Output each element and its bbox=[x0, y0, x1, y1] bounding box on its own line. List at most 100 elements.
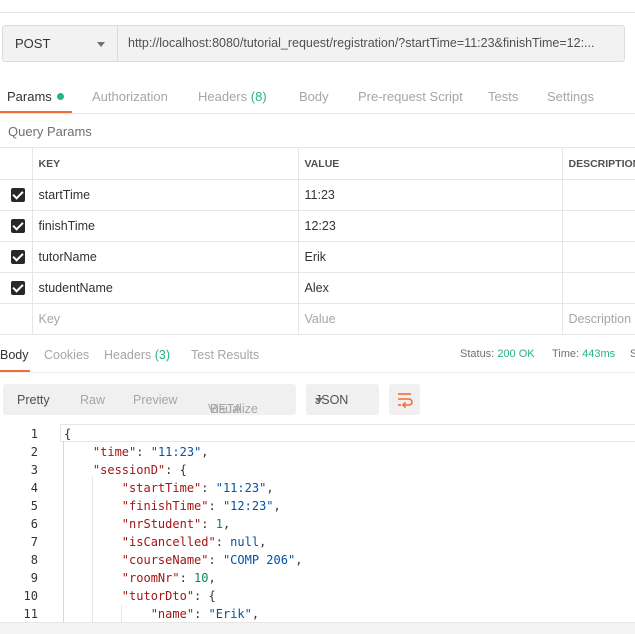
response-body-editor[interactable]: 1{2 "time": "11:23", 3 "sessionD": {4 "st… bbox=[0, 424, 635, 622]
code-token: : bbox=[215, 535, 231, 549]
new-value-input[interactable]: Value bbox=[297, 303, 562, 335]
tab-headers[interactable]: Headers (8) bbox=[198, 89, 267, 104]
code-token: "startTime" bbox=[121, 481, 202, 495]
checkbox[interactable] bbox=[11, 188, 25, 203]
code-token: , bbox=[201, 445, 209, 459]
line-number: 2 bbox=[30, 445, 38, 459]
code-token: : bbox=[201, 481, 216, 495]
checkbox[interactable] bbox=[11, 250, 25, 265]
new-key-input[interactable]: Key bbox=[31, 303, 298, 335]
row-checkbox-cell bbox=[0, 179, 32, 211]
status-indicator: Status: 200 OK bbox=[460, 348, 535, 360]
code-token: 1 bbox=[215, 517, 223, 531]
format-select[interactable]: JSON bbox=[306, 384, 379, 415]
tab-headers-label: Headers bbox=[198, 89, 248, 104]
param-value[interactable]: 12:23 bbox=[297, 210, 562, 242]
checkbox[interactable] bbox=[11, 281, 25, 296]
response-headers-count: (3) bbox=[154, 348, 171, 362]
code-token: , bbox=[266, 481, 274, 495]
code-token: : bbox=[179, 571, 195, 585]
code-token: "COMP 206" bbox=[222, 553, 296, 567]
new-description-input[interactable]: Description bbox=[561, 303, 635, 335]
raw-button[interactable]: Raw bbox=[80, 393, 105, 407]
param-value[interactable]: 11:23 bbox=[297, 179, 562, 211]
wrap-lines-icon bbox=[398, 393, 413, 409]
horizontal-scrollbar[interactable] bbox=[0, 622, 635, 634]
param-description[interactable] bbox=[561, 210, 635, 242]
code-token: "courseName" bbox=[121, 553, 209, 567]
param-value[interactable]: Alex bbox=[297, 272, 562, 304]
param-description[interactable] bbox=[561, 272, 635, 304]
code-text: "sessionD": { bbox=[64, 463, 187, 477]
row-checkbox-cell bbox=[0, 210, 32, 242]
response-tab-test-results[interactable]: Test Results bbox=[191, 348, 259, 362]
table-row: finishTime 12:23 bbox=[0, 210, 635, 242]
line-number: 6 bbox=[30, 517, 38, 531]
column-header-description: DESCRIPTION bbox=[561, 147, 635, 180]
method-select[interactable]: POST bbox=[2, 25, 118, 62]
response-tab-headers[interactable]: Headers (3) bbox=[104, 348, 170, 362]
table-row: studentName Alex bbox=[0, 272, 635, 304]
row-checkbox-cell bbox=[0, 303, 32, 335]
headers-count: (8) bbox=[250, 89, 267, 104]
code-token: "12:23" bbox=[222, 499, 274, 513]
size-indicator-cut: S bbox=[630, 348, 635, 360]
line-number: 7 bbox=[30, 535, 38, 549]
code-token: : bbox=[194, 607, 209, 621]
code-line: 6 "nrStudent": 1, bbox=[0, 517, 635, 535]
column-header-key: KEY bbox=[31, 147, 298, 180]
line-number: 9 bbox=[30, 571, 38, 585]
code-token: "Erik" bbox=[208, 607, 252, 621]
line-number: 10 bbox=[23, 589, 38, 603]
response-tab-headers-label: Headers bbox=[104, 348, 152, 362]
beta-badge: BETA bbox=[210, 402, 242, 416]
checkbox[interactable] bbox=[11, 219, 25, 234]
code-token: "11:23" bbox=[215, 481, 267, 495]
tab-params-label: Params bbox=[7, 89, 52, 104]
time-label: Time: bbox=[552, 348, 580, 360]
param-description[interactable] bbox=[561, 241, 635, 273]
code-token: : { bbox=[194, 589, 216, 603]
response-toolbar: Pretty Raw Preview Visualize BETA JSON bbox=[0, 384, 635, 416]
code-token: : bbox=[201, 517, 216, 531]
tab-authorization[interactable]: Authorization bbox=[92, 89, 168, 104]
request-tabs: Params Authorization Headers (8) Body Pr… bbox=[0, 82, 635, 114]
code-token: "time" bbox=[92, 445, 137, 459]
param-value[interactable]: Erik bbox=[297, 241, 562, 273]
code-token: "name" bbox=[150, 607, 195, 621]
tab-prerequest-script[interactable]: Pre-request Script bbox=[358, 89, 463, 104]
line-number: 1 bbox=[30, 427, 38, 441]
preview-button[interactable]: Preview bbox=[133, 393, 177, 407]
param-key[interactable]: studentName bbox=[31, 272, 298, 304]
code-token: 10 bbox=[194, 571, 209, 585]
pretty-button[interactable]: Pretty bbox=[17, 393, 50, 407]
code-line: 4 "startTime": "11:23", bbox=[0, 481, 635, 499]
code-token: "roomNr" bbox=[121, 571, 180, 585]
table-row: tutorName Erik bbox=[0, 241, 635, 273]
tab-body[interactable]: Body bbox=[299, 89, 329, 104]
param-key[interactable]: tutorName bbox=[31, 241, 298, 273]
code-text: "startTime": "11:23", bbox=[64, 481, 274, 495]
param-key[interactable]: finishTime bbox=[31, 210, 298, 242]
code-token: "isCancelled" bbox=[121, 535, 216, 549]
tab-tests[interactable]: Tests bbox=[488, 89, 518, 104]
param-description[interactable] bbox=[561, 179, 635, 211]
wrap-lines-button[interactable] bbox=[389, 384, 420, 415]
code-text: "name": "Erik", bbox=[64, 607, 259, 621]
response-tab-cookies[interactable]: Cookies bbox=[44, 348, 89, 362]
table-row-new: Key Value Description bbox=[0, 303, 635, 335]
url-input[interactable]: http://localhost:8080/tutorial_request/r… bbox=[118, 25, 625, 62]
tab-params[interactable]: Params bbox=[7, 89, 64, 104]
tab-settings[interactable]: Settings bbox=[547, 89, 594, 104]
response-tabs: Body Cookies Headers (3) Test Results St… bbox=[0, 340, 635, 372]
param-key[interactable]: startTime bbox=[31, 179, 298, 211]
response-tab-body[interactable]: Body bbox=[0, 348, 29, 362]
code-line: 11 "name": "Erik", bbox=[0, 607, 635, 622]
code-token: : bbox=[208, 499, 223, 513]
method-label: POST bbox=[15, 36, 51, 51]
line-number: 8 bbox=[30, 553, 38, 567]
code-text: "nrStudent": 1, bbox=[64, 517, 230, 531]
line-number: 4 bbox=[30, 481, 38, 495]
code-line: 10 "tutorDto": { bbox=[0, 589, 635, 607]
code-text: "isCancelled": null, bbox=[64, 535, 267, 549]
